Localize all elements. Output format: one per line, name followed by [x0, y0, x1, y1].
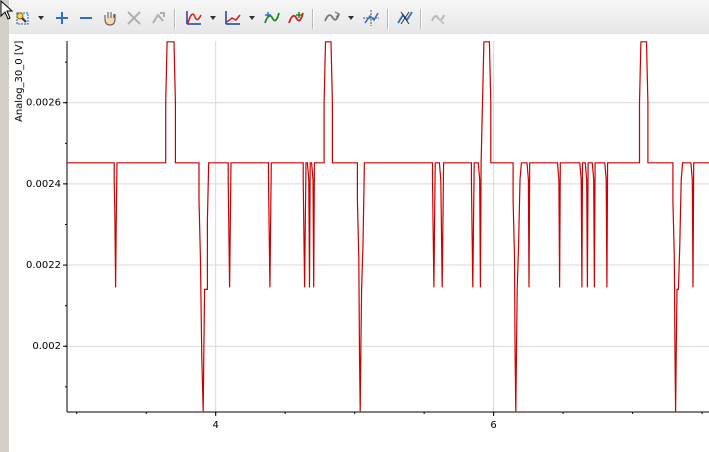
- axis-style-icon[interactable]: [223, 8, 243, 28]
- toolbar-separator: [174, 9, 176, 29]
- cursor-measure-icon[interactable]: [124, 8, 144, 28]
- y-axis-label: Analog_30_0 [V]: [14, 40, 25, 122]
- zoom-select-icon[interactable]: [12, 8, 32, 28]
- crosshair-icon[interactable]: [361, 8, 381, 28]
- curve-style-icon[interactable]: [184, 8, 204, 28]
- chevron-down-icon[interactable]: [249, 16, 255, 20]
- hide-points-icon[interactable]: [428, 8, 448, 28]
- chevron-down-icon[interactable]: [210, 16, 216, 20]
- toolbar-separator: [420, 9, 422, 29]
- y-tick-label: 0.0024: [26, 179, 61, 190]
- toolbar-separator: [312, 9, 314, 29]
- autoscale-x-icon[interactable]: [286, 8, 306, 28]
- x-tick-label: 6: [490, 420, 496, 431]
- chevron-down-icon[interactable]: [348, 16, 354, 20]
- line-chart[interactable]: 0.002 0.0022 0.0024 0.0026 4 6 Analog_30_0 [V]: [9, 34, 709, 452]
- chart-toolbar: [9, 0, 709, 35]
- x-tick-label: 4: [213, 420, 219, 431]
- chart-area[interactable]: 0.002 0.0022 0.0024 0.0026 4 6 Analog_30_0 [V]: [9, 34, 709, 452]
- toolbar-separator: [387, 9, 389, 29]
- zoom-in-icon[interactable]: [52, 8, 72, 28]
- y-tick-label: 0.0026: [26, 98, 61, 109]
- chevron-down-icon[interactable]: [38, 16, 44, 20]
- fit-curve-icon[interactable]: [322, 8, 342, 28]
- zoom-out-icon[interactable]: [76, 8, 96, 28]
- cursor-pick-icon[interactable]: [148, 8, 168, 28]
- mark-points-icon[interactable]: [395, 8, 415, 28]
- mouse-cursor-icon: [0, 0, 14, 20]
- series-line[interactable]: [67, 41, 709, 412]
- y-tick-label: 0.002: [32, 341, 61, 352]
- autoscale-y-icon[interactable]: [262, 8, 282, 28]
- y-tick-label: 0.0022: [26, 260, 61, 271]
- pan-hand-icon[interactable]: [100, 8, 120, 28]
